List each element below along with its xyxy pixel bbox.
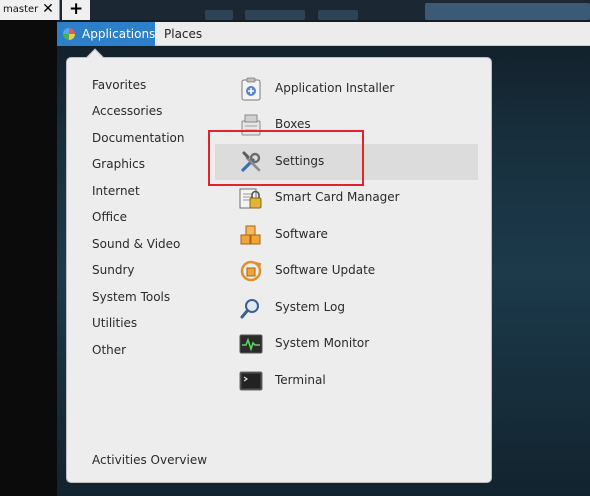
category-graphics[interactable]: Graphics: [92, 155, 145, 173]
system-monitor-icon: [239, 334, 263, 354]
close-icon[interactable]: ✕: [40, 1, 56, 17]
category-sound-video[interactable]: Sound & Video: [92, 235, 180, 253]
blurred-region: [205, 10, 233, 20]
blurred-region: [245, 10, 305, 20]
app-label: Software: [275, 227, 328, 241]
smart-card-icon: [239, 188, 262, 209]
app-system-log[interactable]: System Log: [215, 290, 478, 326]
gnome-logo-icon: [63, 28, 75, 40]
tab-master[interactable]: master ✕: [0, 0, 60, 20]
plus-icon: +: [69, 0, 84, 19]
category-office[interactable]: Office: [92, 208, 127, 226]
top-panel: Applications Places: [57, 22, 590, 46]
app-terminal[interactable]: Terminal: [215, 363, 478, 399]
applications-label: Applications: [82, 27, 156, 41]
blurred-region: [318, 10, 358, 20]
app-label: System Monitor: [275, 336, 370, 350]
installer-icon: [241, 77, 261, 101]
app-system-monitor[interactable]: System Monitor: [215, 326, 478, 362]
app-application-installer[interactable]: Application Installer: [215, 71, 478, 107]
app-software-update[interactable]: Software Update: [215, 253, 478, 289]
outer-tab-bar: master ✕ +: [0, 0, 590, 20]
app-label: Terminal: [275, 373, 326, 387]
applications-menu-popup: Favorites Accessories Documentation Grap…: [66, 48, 492, 483]
app-label: System Log: [275, 300, 345, 314]
app-label: Software Update: [275, 263, 376, 277]
places-menu-button[interactable]: Places: [157, 22, 217, 46]
category-accessories[interactable]: Accessories: [92, 102, 162, 120]
app-software[interactable]: Software: [215, 217, 478, 253]
new-tab-button[interactable]: +: [62, 0, 90, 20]
category-system-tools[interactable]: System Tools: [92, 288, 170, 306]
blurred-region: [425, 3, 590, 20]
category-utilities[interactable]: Utilities: [92, 314, 137, 332]
category-internet[interactable]: Internet: [92, 182, 140, 200]
app-label: Boxes: [275, 117, 311, 131]
terminal-icon: [239, 371, 263, 391]
category-sundry[interactable]: Sundry: [92, 261, 134, 279]
app-label: Smart Card Manager: [275, 190, 400, 204]
software-icon: [240, 225, 261, 245]
applications-menu-button[interactable]: Applications: [57, 22, 155, 46]
activities-overview[interactable]: Activities Overview: [92, 451, 207, 469]
left-dark-strip: [0, 20, 57, 496]
annotation-highlight-box: [208, 130, 364, 186]
category-documentation[interactable]: Documentation: [92, 129, 185, 147]
tab-master-label: master: [3, 4, 39, 15]
category-other[interactable]: Other: [92, 341, 126, 359]
places-label: Places: [164, 27, 203, 41]
category-favorites[interactable]: Favorites: [92, 76, 146, 94]
app-label: Application Installer: [275, 81, 395, 95]
system-log-icon: [240, 299, 259, 319]
software-update-icon: [240, 260, 262, 282]
